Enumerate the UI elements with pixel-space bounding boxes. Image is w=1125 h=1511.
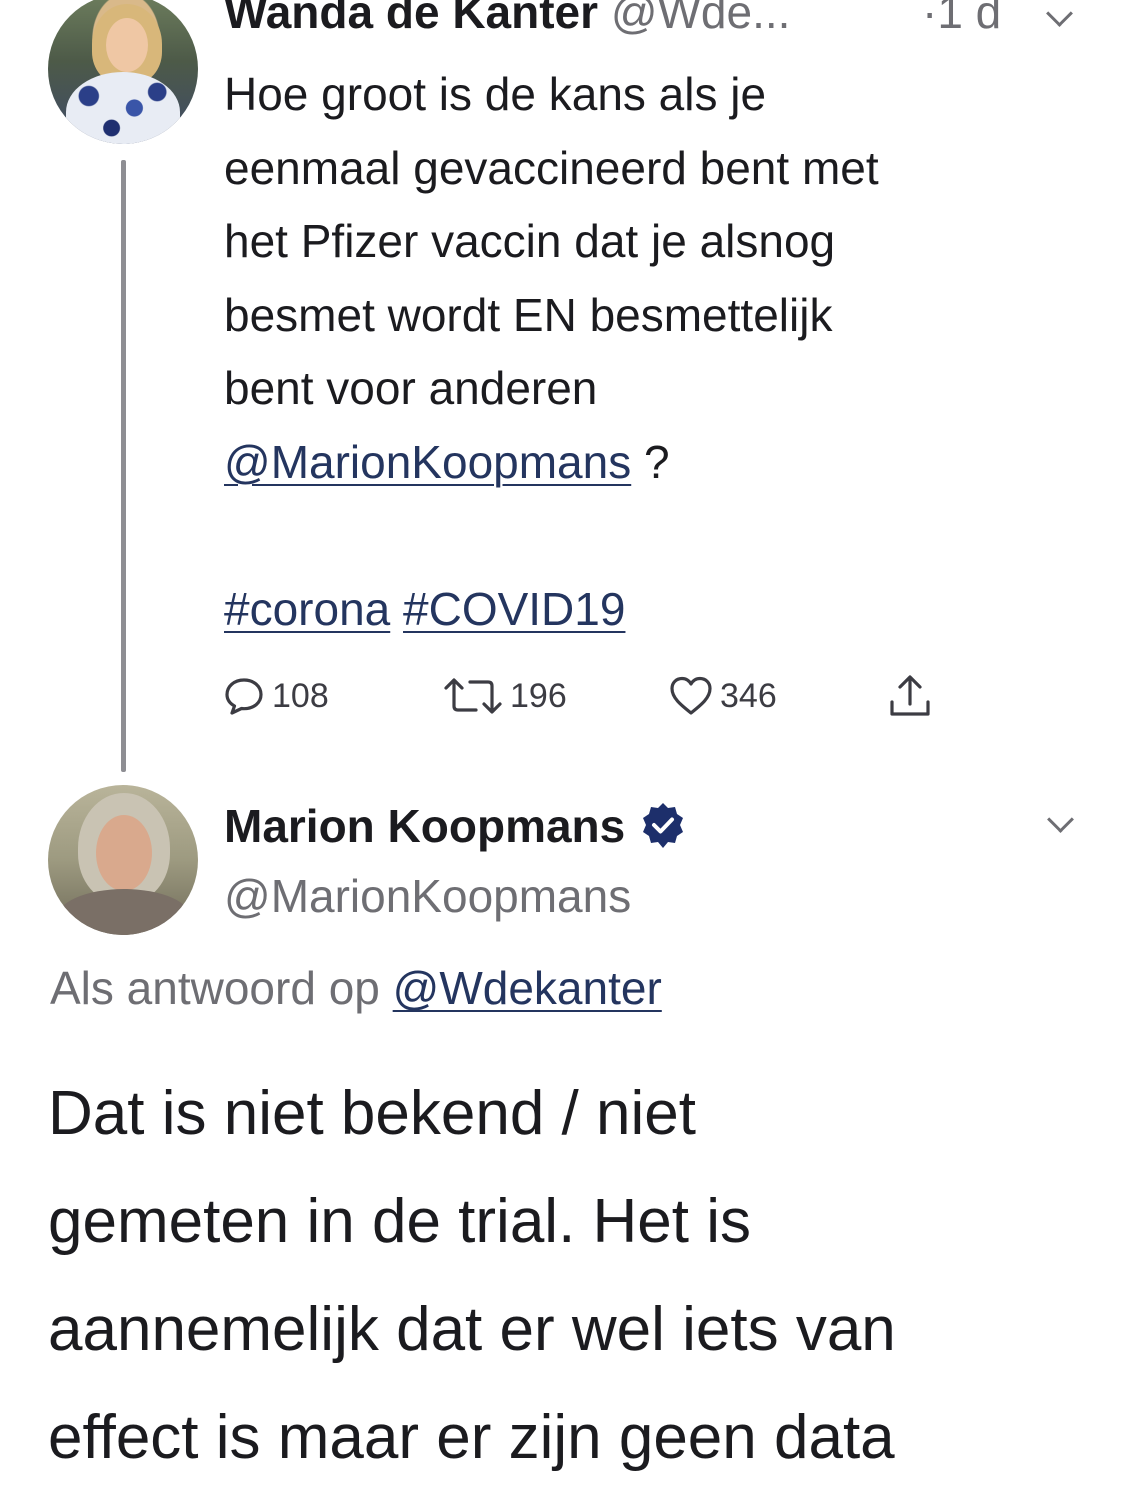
retweet-button[interactable]: 196: [442, 668, 567, 724]
hashtag-line: #corona #COVID19: [224, 573, 1084, 647]
tweet-text-line: gemeten in de trial. Het is: [48, 1187, 752, 1256]
avatar-dress: [66, 72, 180, 144]
like-button[interactable]: 346: [668, 668, 777, 724]
tweet-text-line: Dat is niet bekend / niet: [48, 1079, 696, 1148]
avatar-face: [106, 18, 148, 72]
tweet-text-line: besmet wordt EN besmettelijk: [224, 288, 833, 341]
like-count: 346: [720, 676, 777, 715]
reply-context: Als antwoord op @Wdekanter: [50, 958, 662, 1018]
tweet-header: Wanda de Kanter @Wde...: [224, 0, 790, 42]
chevron-down-icon[interactable]: [1046, 0, 1073, 27]
tweet-text-line: aannemelijk dat er wel iets van: [48, 1295, 896, 1364]
tweet-text-line: effect is maar er zijn geen data: [48, 1403, 895, 1472]
like-icon: [670, 676, 712, 715]
chevron-down-icon[interactable]: [1047, 806, 1074, 833]
reply-button[interactable]: 108: [222, 668, 329, 724]
reply-icon: [225, 678, 263, 715]
avatar-face: [96, 815, 152, 891]
author-name[interactable]: Wanda de Kanter: [224, 0, 598, 38]
tweet-text-line: eenmaal gevaccineerd bent met: [224, 141, 879, 194]
tweet-text-line: het Pfizer vaccin dat je alsnog: [224, 215, 836, 267]
tweet-time: ·1 d: [922, 0, 1002, 38]
mention-line: @MarionKoopmans ?: [224, 426, 1084, 500]
reply-prefix: Als antwoord op: [50, 962, 393, 1014]
mention-link[interactable]: @MarionKoopmans: [224, 436, 631, 488]
retweet-icon: [444, 678, 502, 714]
thread-connector-line: [121, 160, 126, 772]
verified-badge-icon: [643, 803, 684, 848]
tweet-text: Dat is niet bekend / niet gemeten in de …: [48, 1060, 1108, 1492]
tweet-actions: 108 196 346: [222, 668, 962, 724]
tweet-text-line: bent voor anderen: [224, 362, 598, 414]
author-handle[interactable]: @Wde...: [611, 0, 791, 38]
hashtag-link[interactable]: #corona: [224, 583, 390, 635]
author-handle[interactable]: @MarionKoopmans: [224, 866, 631, 926]
avatar[interactable]: [48, 785, 198, 935]
avatar[interactable]: [48, 0, 198, 144]
author-name[interactable]: Marion Koopmans: [224, 796, 625, 856]
avatar-scarf: [56, 889, 192, 935]
reply-handle-link[interactable]: @Wdekanter: [393, 962, 662, 1014]
reply-count: 108: [272, 676, 329, 715]
tweet-text-line: Hoe groot is de kans als je: [224, 68, 767, 120]
author-name-row: Marion Koopmans: [224, 796, 689, 856]
retweet-count: 196: [510, 676, 567, 715]
share-icon: [890, 675, 930, 716]
hashtag-link[interactable]: #COVID19: [403, 583, 625, 635]
tweet-text: Hoe groot is de kans als je eenmaal geva…: [224, 58, 1084, 646]
mention-suffix: ?: [631, 435, 670, 488]
share-button[interactable]: [886, 668, 934, 724]
